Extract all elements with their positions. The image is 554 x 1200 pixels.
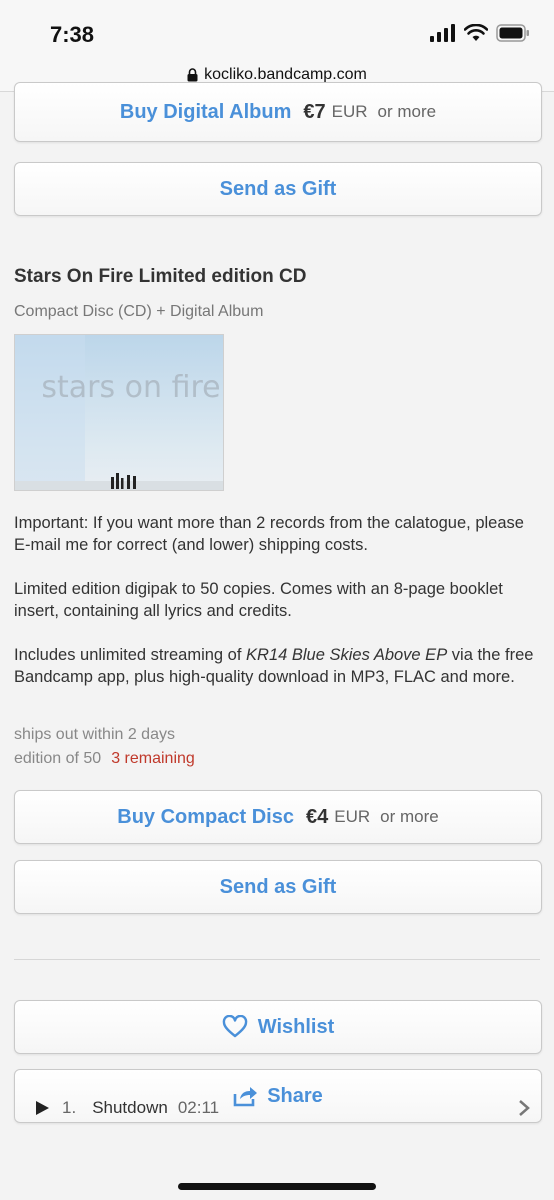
status-icons: [430, 24, 530, 42]
heart-icon: [222, 1015, 247, 1038]
lock-icon: [187, 67, 198, 81]
cd-price: €4: [305, 805, 329, 828]
send-digital-gift-button[interactable]: Send as Gift: [14, 162, 542, 216]
track-duration: 02:11: [177, 1098, 220, 1117]
wishlist-label: Wishlist: [257, 1015, 335, 1038]
home-indicator[interactable]: [178, 1183, 376, 1190]
digital-currency: EUR: [331, 102, 368, 121]
cd-description-includes: Includes unlimited streaming of KR14 Blu…: [14, 644, 544, 688]
play-icon[interactable]: [34, 1100, 50, 1116]
chevron-right-icon[interactable]: [518, 1099, 530, 1117]
track-title[interactable]: Shutdown: [92, 1098, 168, 1118]
cd-format: Compact Disc (CD) + Digital Album: [14, 303, 264, 320]
divider: [14, 959, 540, 960]
url-text: kocliko.bandcamp.com: [204, 65, 367, 83]
cover-artwork: stars on fire: [15, 335, 223, 490]
cd-description-important: Important: If you want more than 2 recor…: [14, 514, 524, 554]
cd-description-limited: Limited edition digipak to 50 copies. Co…: [14, 580, 503, 620]
includes-release-link[interactable]: KR14 Blue Skies Above EP: [246, 646, 447, 664]
track-number: 1.: [62, 1098, 77, 1117]
edition-info: edition of 50 3 remaining: [14, 750, 195, 768]
cd-or-more: or more: [380, 807, 439, 826]
wifi-icon: [464, 24, 488, 41]
send-gift-label: Send as Gift: [219, 177, 337, 200]
wishlist-button[interactable]: Wishlist: [14, 1000, 542, 1054]
buy-compact-disc-button[interactable]: Buy Compact Disc €4 EUR or more: [14, 790, 542, 844]
buy-digital-album-button[interactable]: Buy Digital Album €7 EUR or more: [14, 82, 542, 142]
send-cd-gift-label: Send as Gift: [219, 875, 337, 898]
digital-or-more: or more: [377, 102, 437, 121]
buy-digital-album-label: Buy Digital Album: [119, 100, 292, 123]
status-time: 7:38: [50, 22, 95, 47]
digital-price: €7: [303, 100, 326, 123]
send-cd-gift-button[interactable]: Send as Gift: [14, 860, 542, 914]
cd-cover-image[interactable]: stars on fire: [14, 334, 224, 491]
cd-title: Stars On Fire Limited edition CD: [14, 266, 307, 287]
status-bar: 7:38: [0, 0, 554, 58]
edition-size: edition of 50: [14, 750, 102, 767]
buy-compact-disc-label: Buy Compact Disc: [117, 805, 294, 828]
includes-text-start: Includes unlimited streaming of: [14, 646, 247, 664]
cd-currency: EUR: [334, 807, 371, 826]
track-row[interactable]: 1. Shutdown 02:11: [0, 1093, 554, 1123]
signal-icon: [430, 24, 455, 42]
remaining-count: 3 remaining: [111, 750, 195, 767]
ships-out-text: ships out within 2 days: [14, 726, 175, 743]
cover-text: stars on fire: [41, 370, 220, 405]
battery-icon: [496, 24, 529, 42]
